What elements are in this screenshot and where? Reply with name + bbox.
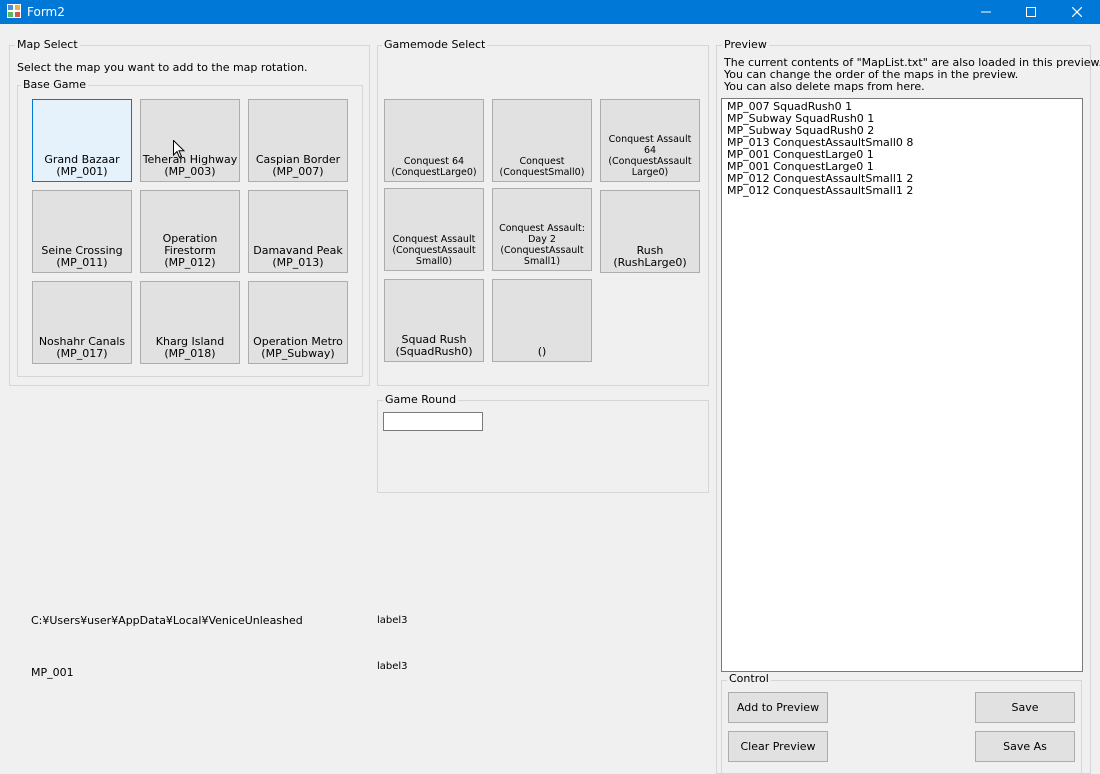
gamemode-tile-conquest-assault-64[interactable]: Conquest Assault 64 (ConquestAssault Lar… xyxy=(600,99,700,182)
gamemode-tile-rush[interactable]: Rush (RushLarge0) xyxy=(600,190,700,273)
gamemode-tile-conquest[interactable]: Conquest (ConquestSmall0) xyxy=(492,99,592,182)
map-code: (MP_017) xyxy=(56,347,108,360)
maximize-icon xyxy=(1026,7,1036,17)
selected-map-label: MP_001 xyxy=(31,666,74,679)
save-button[interactable]: Save xyxy=(975,692,1075,723)
map-code: (MP_011) xyxy=(56,256,108,269)
path-label: C:¥Users¥user¥AppData¥Local¥VeniceUnleas… xyxy=(31,614,303,627)
map-code: (MP_013) xyxy=(272,256,324,269)
gamemode-tile-conquest-64[interactable]: Conquest 64 (ConquestLarge0) xyxy=(384,99,484,182)
map-tile-grand-bazaar[interactable]: Grand Bazaar (MP_001) xyxy=(32,99,132,182)
map-tile-kharg-island[interactable]: Kharg Island (MP_018) xyxy=(140,281,240,364)
map-tile-caspian-border[interactable]: Caspian Border (MP_007) xyxy=(248,99,348,182)
label3-bottom: label3 xyxy=(377,661,408,672)
gamemode-tile-conquest-assault-day2[interactable]: Conquest Assault: Day 2 (ConquestAssault… xyxy=(492,188,592,271)
gamemode-tile-conquest-assault[interactable]: Conquest Assault (ConquestAssault Small0… xyxy=(384,188,484,271)
save-as-button[interactable]: Save As xyxy=(975,731,1075,762)
gamemode-tile-empty[interactable]: () xyxy=(492,279,592,362)
preview-description-3: You can also delete maps from here. xyxy=(724,80,925,93)
map-code: (MP_012) xyxy=(164,256,216,269)
maximize-button[interactable] xyxy=(1008,0,1054,24)
clear-preview-button[interactable]: Clear Preview xyxy=(728,731,828,762)
title-bar: Form2 xyxy=(0,0,1100,24)
mouse-cursor-icon xyxy=(173,140,185,159)
close-button[interactable] xyxy=(1054,0,1100,24)
map-tile-noshahr-canals[interactable]: Noshahr Canals (MP_017) xyxy=(32,281,132,364)
minimize-button[interactable] xyxy=(963,0,1009,24)
map-code: (MP_Subway) xyxy=(261,347,335,360)
game-round-label: Game Round xyxy=(383,393,459,406)
gamemode-tile-squad-rush[interactable]: Squad Rush (SquadRush0) xyxy=(384,279,484,362)
map-code: (MP_003) xyxy=(164,165,216,178)
close-icon xyxy=(1072,7,1082,17)
map-tile-operation-firestorm[interactable]: Operation Firestorm (MP_012) xyxy=(140,190,240,273)
map-code: (MP_001) xyxy=(56,165,108,178)
map-tile-operation-metro[interactable]: Operation Metro (MP_Subway) xyxy=(248,281,348,364)
app-icon xyxy=(7,4,21,18)
add-to-preview-button[interactable]: Add to Preview xyxy=(728,692,828,723)
list-item[interactable]: MP_012 ConquestAssaultSmall1 2 xyxy=(727,185,1077,197)
base-game-label: Base Game xyxy=(21,78,89,91)
control-label: Control xyxy=(727,672,771,685)
window-title: Form2 xyxy=(27,5,65,19)
minimize-icon xyxy=(981,11,991,13)
gamemode-select-label: Gamemode Select xyxy=(382,38,488,51)
map-select-label: Map Select xyxy=(15,38,80,51)
label3-top: label3 xyxy=(377,615,408,626)
map-tile-seine-crossing[interactable]: Seine Crossing (MP_011) xyxy=(32,190,132,273)
game-round-input[interactable] xyxy=(383,412,483,431)
map-select-instruction: Select the map you want to add to the ma… xyxy=(17,61,308,74)
map-name: Operation Firestorm xyxy=(162,232,218,257)
map-tile-teheran-highway[interactable]: Teheran Highway (MP_003) xyxy=(140,99,240,182)
map-code: (MP_018) xyxy=(164,347,216,360)
map-tile-damavand-peak[interactable]: Damavand Peak (MP_013) xyxy=(248,190,348,273)
preview-listbox[interactable]: MP_007 SquadRush0 1 MP_Subway SquadRush0… xyxy=(721,98,1083,672)
map-code: (MP_007) xyxy=(272,165,324,178)
preview-label: Preview xyxy=(722,38,769,51)
